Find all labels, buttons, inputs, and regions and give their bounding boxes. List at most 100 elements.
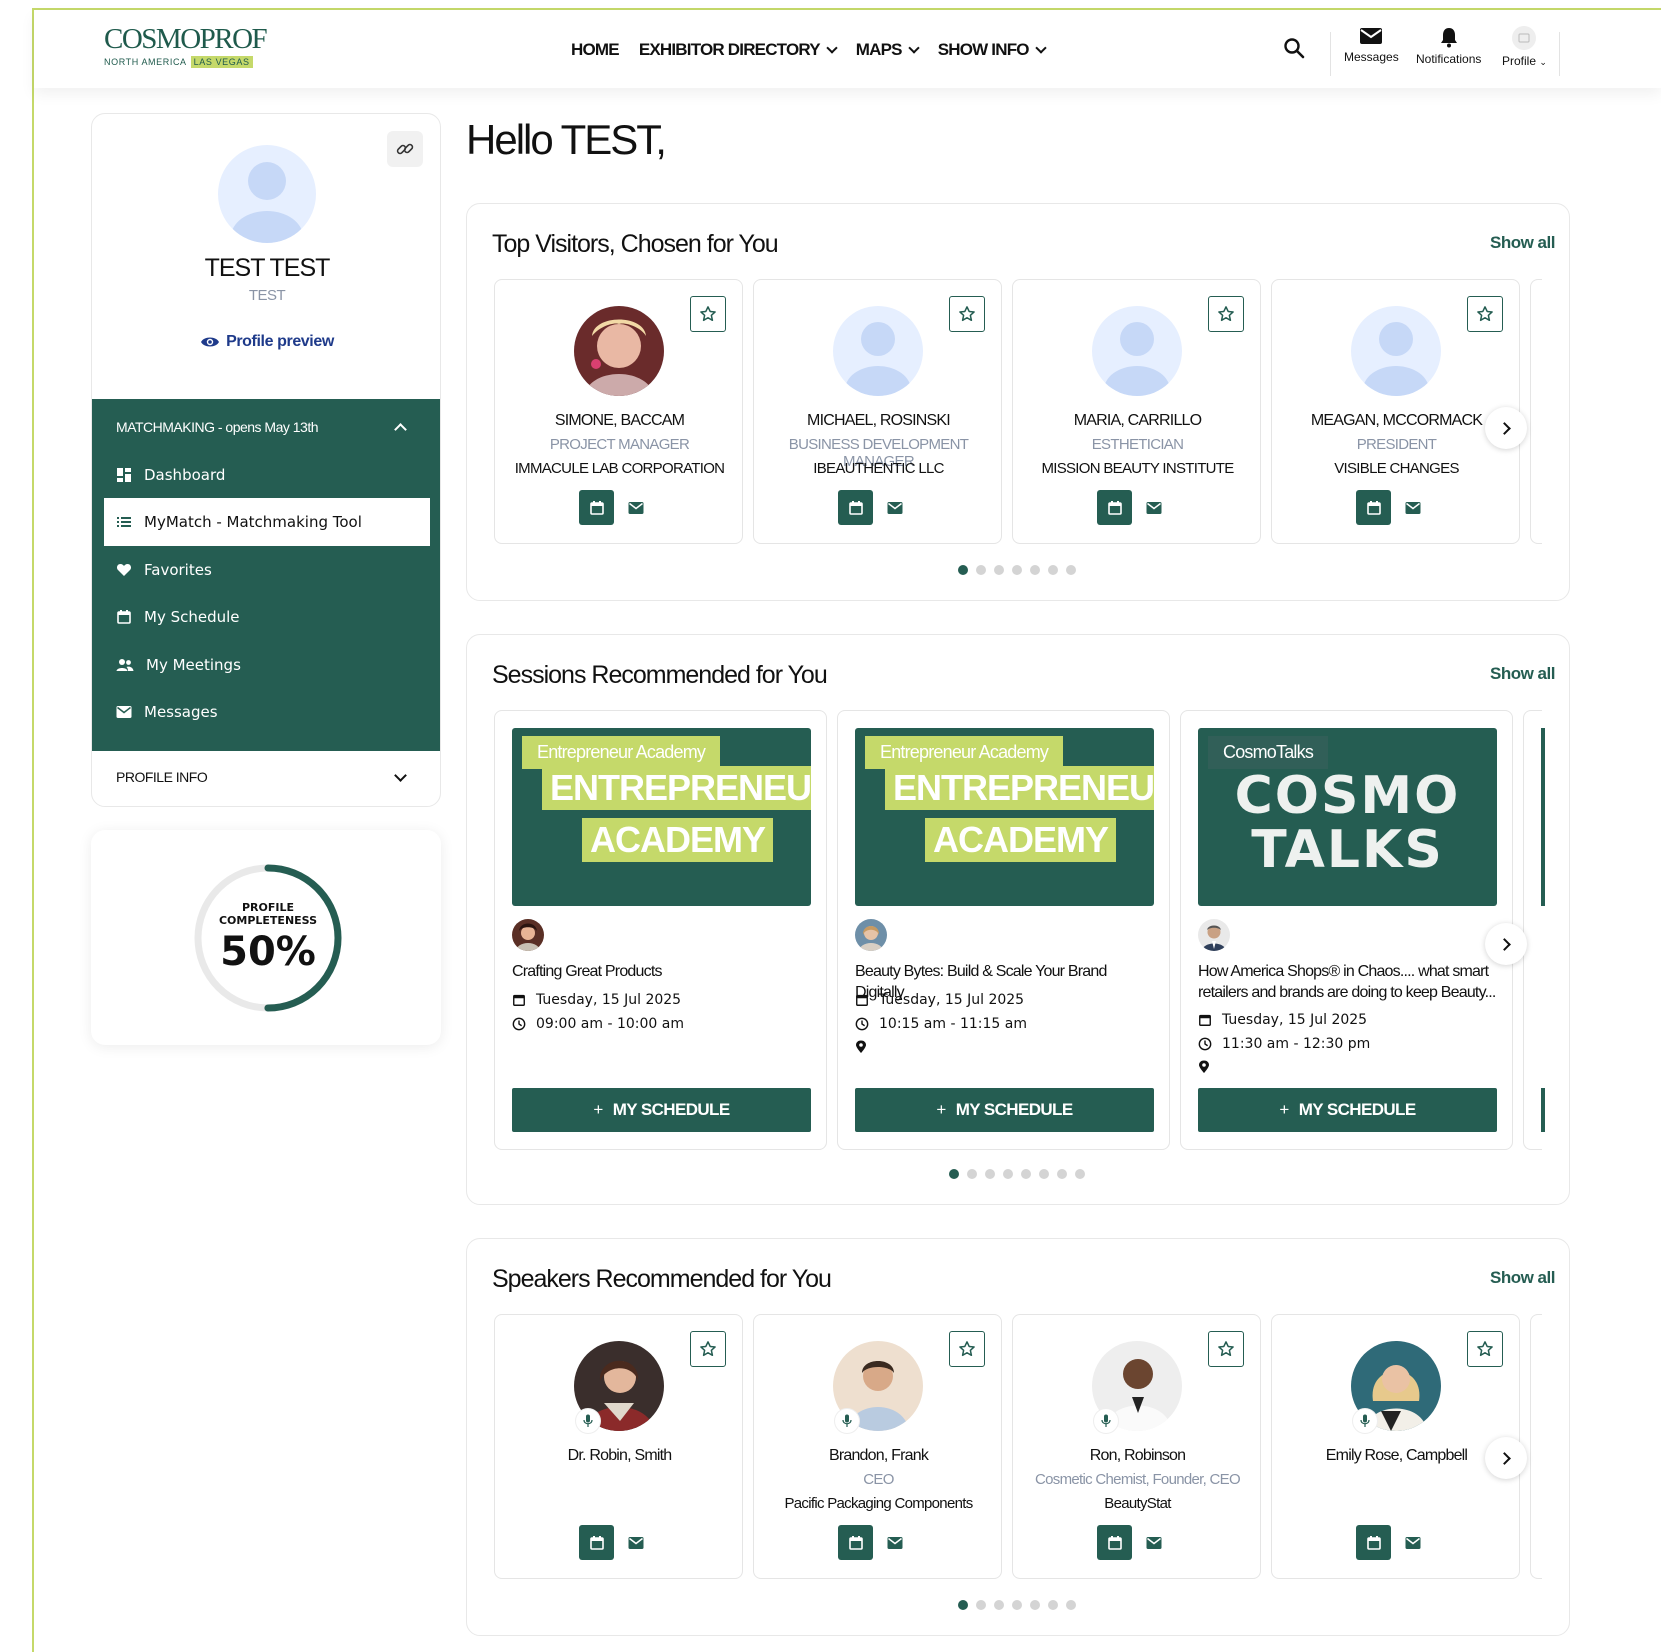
carousel-dot[interactable] — [1048, 565, 1058, 575]
star-icon — [700, 1341, 716, 1357]
carousel-dot[interactable] — [967, 1169, 977, 1179]
schedule-meeting-button[interactable] — [838, 490, 873, 525]
session-card[interactable]: ENTREPRENEUR ACADEMY Entrepreneur Academ… — [837, 710, 1170, 1150]
profile-menu-button[interactable]: Profile ⌄ — [1502, 26, 1547, 68]
search-button[interactable] — [1282, 36, 1310, 64]
calendar-icon — [1366, 500, 1381, 515]
carousel-next-button[interactable] — [1485, 923, 1527, 965]
carousel-dot[interactable] — [1003, 1169, 1013, 1179]
visitor-card[interactable]: MARIA, CARRILLO ESTHETICIAN MISSION BEAU… — [1012, 279, 1261, 544]
carousel-dot[interactable] — [994, 565, 1004, 575]
cosmoprof-logo[interactable]: COSMOPROF NORTH AMERICA LAS VEGAS — [104, 24, 274, 74]
carousel-dot[interactable] — [1021, 1169, 1031, 1179]
nav-exhibitor-directory[interactable]: EXHIBITOR DIRECTORY — [639, 40, 838, 60]
plus-icon: + — [1279, 1100, 1289, 1119]
carousel-dot[interactable] — [985, 1169, 995, 1179]
carousel-dot[interactable] — [976, 565, 986, 575]
chevron-up-icon[interactable] — [394, 423, 407, 436]
messages-button[interactable]: Messages — [1344, 26, 1399, 64]
send-message-button[interactable] — [625, 1533, 647, 1553]
visitor-photo — [1092, 306, 1182, 396]
speaker-card[interactable]: Emily Rose, Campbell — [1271, 1314, 1520, 1579]
schedule-meeting-button[interactable] — [579, 1525, 614, 1560]
carousel-dot[interactable] — [949, 1169, 959, 1179]
speaker-card[interactable]: Ron, Robinson Cosmetic Chemist, Founder,… — [1012, 1314, 1261, 1579]
greeting-heading: Hello TEST, — [466, 116, 667, 163]
carousel-dot[interactable] — [1057, 1169, 1067, 1179]
schedule-meeting-button[interactable] — [1356, 490, 1391, 525]
show-all-sessions-link[interactable]: Show all — [1490, 664, 1555, 684]
speaker-card[interactable]: Brandon, Frank CEO Pacific Packaging Com… — [753, 1314, 1002, 1579]
favorite-button[interactable] — [1467, 1331, 1503, 1367]
send-message-button[interactable] — [1143, 1533, 1165, 1553]
carousel-dot[interactable] — [994, 1600, 1004, 1610]
menu-item-my-schedule[interactable]: My Schedule — [104, 593, 430, 641]
carousel-dot[interactable] — [976, 1600, 986, 1610]
favorite-button[interactable] — [690, 296, 726, 332]
nav-maps[interactable]: MAPS — [856, 40, 920, 60]
carousel-dot[interactable] — [1030, 1600, 1040, 1610]
carousel-dot[interactable] — [1039, 1169, 1049, 1179]
favorite-button[interactable] — [690, 1331, 726, 1367]
show-all-speakers-link[interactable]: Show all — [1490, 1268, 1555, 1288]
send-message-button[interactable] — [1143, 498, 1165, 518]
schedule-meeting-button[interactable] — [579, 490, 614, 525]
chevron-down-icon[interactable] — [394, 769, 407, 782]
notifications-button[interactable]: Notifications — [1416, 26, 1481, 66]
schedule-meeting-button[interactable] — [1097, 1525, 1132, 1560]
send-message-button[interactable] — [1402, 1533, 1424, 1553]
speaker-card[interactable]: Dr. Robin, Smith — [494, 1314, 743, 1579]
favorite-button[interactable] — [1467, 296, 1503, 332]
carousel-dot[interactable] — [958, 565, 968, 575]
visitor-card[interactable]: MEAGAN, MCCORMACK PRESIDENT VISIBLE CHAN… — [1271, 279, 1520, 544]
session-card[interactable]: ENTREPRENEUR ACADEMY Entrepreneur Academ… — [494, 710, 827, 1150]
schedule-meeting-button[interactable] — [1356, 1525, 1391, 1560]
carousel-dot[interactable] — [1030, 565, 1040, 575]
mail-icon — [1405, 1537, 1421, 1549]
visitor-card[interactable]: MICHAEL, ROSINSKI BUSINESS DEVELOPMENT M… — [753, 279, 1002, 544]
carousel-next-button[interactable] — [1485, 1437, 1527, 1479]
schedule-meeting-button[interactable] — [1097, 490, 1132, 525]
schedule-meeting-button[interactable] — [838, 1525, 873, 1560]
carousel-dot[interactable] — [1012, 1600, 1022, 1610]
profile-avatar-icon — [1512, 26, 1537, 50]
add-to-schedule-button[interactable]: + MY SCHEDULE — [855, 1088, 1154, 1132]
send-message-button[interactable] — [1402, 498, 1424, 518]
send-message-button[interactable] — [625, 498, 647, 518]
profile-preview-link[interactable]: Profile preview — [92, 333, 440, 351]
visitor-name: MARIA, CARRILLO — [1073, 412, 1202, 429]
star-icon — [1218, 1341, 1234, 1357]
profile-card: TEST TEST TEST Profile preview MATCHMAKI… — [91, 113, 441, 807]
favorite-button[interactable] — [949, 296, 985, 332]
nav-show-info[interactable]: SHOW INFO — [938, 40, 1047, 60]
send-message-button[interactable] — [884, 1533, 906, 1553]
section-title: Sessions Recommended for You — [492, 661, 828, 689]
nav-home[interactable]: HOME — [571, 40, 620, 60]
send-message-button[interactable] — [884, 498, 906, 518]
menu-item-favorites[interactable]: Favorites — [104, 546, 430, 594]
visitor-card[interactable]: SIMONE, BACCAM PROJECT MANAGER IMMACULE … — [494, 279, 743, 544]
favorite-button[interactable] — [949, 1331, 985, 1367]
carousel-dot[interactable] — [1075, 1169, 1085, 1179]
person-photo-icon — [1198, 919, 1230, 951]
carousel-dot[interactable] — [1066, 1600, 1076, 1610]
copy-link-button[interactable] — [387, 131, 423, 167]
carousel-next-button[interactable] — [1485, 407, 1527, 449]
star-icon — [959, 306, 975, 322]
menu-item-messages[interactable]: Messages — [104, 688, 430, 736]
profile-info-toggle[interactable]: PROFILE INFO — [116, 769, 208, 785]
carousel-dot[interactable] — [958, 1600, 968, 1610]
menu-item-mymatch[interactable]: MyMatch - Matchmaking Tool — [104, 498, 430, 546]
menu-item-dashboard[interactable]: Dashboard — [104, 451, 430, 499]
show-all-visitors-link[interactable]: Show all — [1490, 233, 1555, 253]
carousel-dot[interactable] — [1012, 565, 1022, 575]
session-card[interactable]: COSMO TALKS CosmoTalks How America Shops… — [1180, 710, 1513, 1150]
carousel-dot[interactable] — [1048, 1600, 1058, 1610]
carousel-dot[interactable] — [1066, 565, 1076, 575]
favorite-button[interactable] — [1208, 296, 1244, 332]
star-icon — [1477, 306, 1493, 322]
add-to-schedule-button[interactable]: + MY SCHEDULE — [1198, 1088, 1497, 1132]
add-to-schedule-button[interactable]: + MY SCHEDULE — [512, 1088, 811, 1132]
favorite-button[interactable] — [1208, 1331, 1244, 1367]
menu-item-my-meetings[interactable]: My Meetings — [104, 641, 430, 689]
